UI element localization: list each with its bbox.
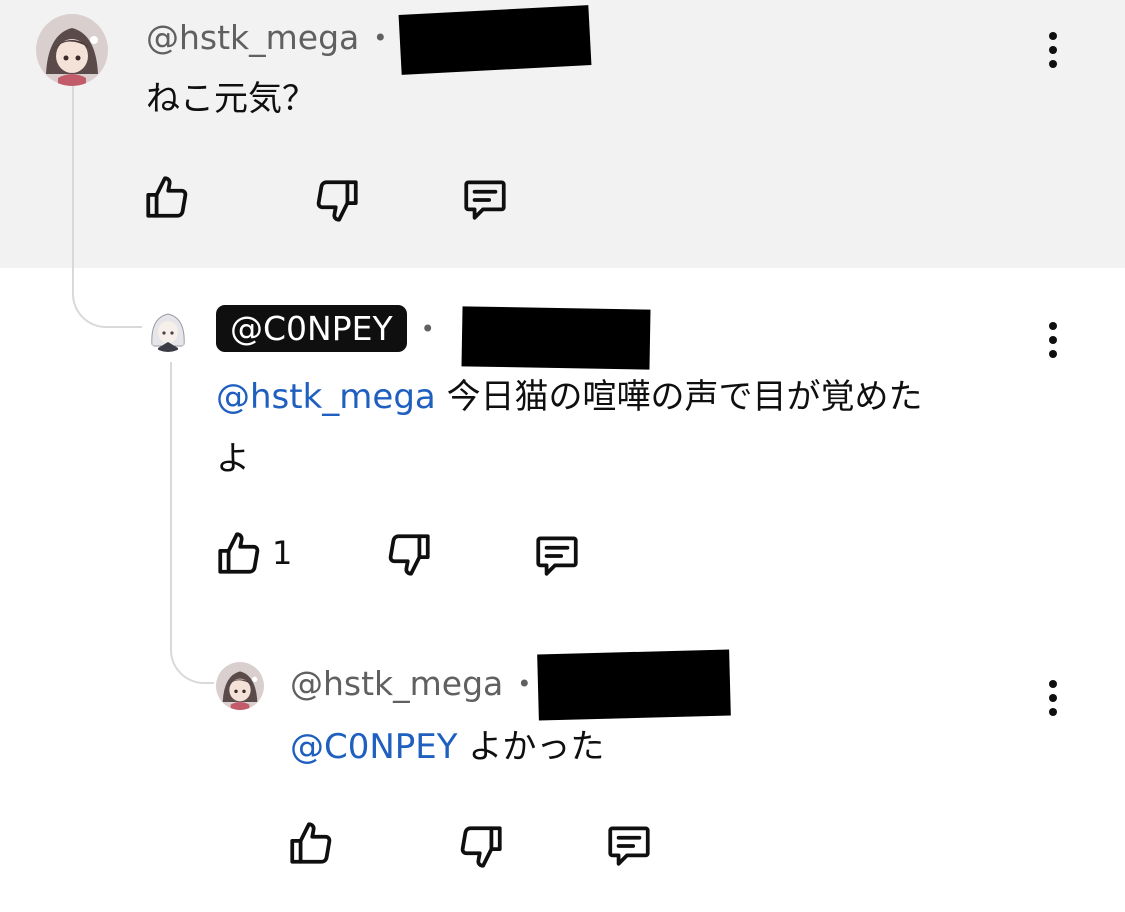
like-count: 1 <box>272 534 293 572</box>
comment-text: @hstk_mega 今日猫の喧嘩の声で目が覚めた よ <box>216 377 923 479</box>
channel-owner-badge[interactable]: @C0NPEY <box>216 305 407 352</box>
comment-header: @C0NPEY • <box>216 305 441 352</box>
like-button[interactable] <box>142 172 200 222</box>
avatar[interactable] <box>36 14 108 86</box>
author-name[interactable]: @hstk_mega <box>290 664 503 703</box>
separator-dot: • <box>517 669 532 698</box>
mention-link[interactable]: @hstk_mega <box>216 377 436 417</box>
thread-connector-1 <box>72 86 142 328</box>
more-vertical-icon[interactable] <box>1043 322 1063 358</box>
reply-icon <box>536 536 578 576</box>
avatar[interactable] <box>146 308 190 352</box>
comment-header: @hstk_mega • <box>146 18 393 57</box>
separator-dot: • <box>373 23 388 52</box>
dislike-button[interactable] <box>456 822 506 872</box>
redacted-timestamp <box>537 649 731 721</box>
thread-connector-2 <box>170 362 214 684</box>
separator-dot: • <box>420 314 435 343</box>
reply-button[interactable] <box>460 174 510 224</box>
reply-icon <box>464 180 506 220</box>
like-button[interactable]: 1 <box>214 528 292 578</box>
thumbs-down-icon <box>460 826 502 868</box>
more-vertical-icon[interactable] <box>1043 680 1063 716</box>
white-hair-character-avatar-icon <box>146 308 190 352</box>
more-vertical-icon[interactable] <box>1043 32 1063 68</box>
avatar[interactable] <box>216 662 264 710</box>
anime-girl-avatar-icon <box>36 14 108 86</box>
redacted-timestamp <box>461 306 651 370</box>
author-name[interactable]: @hstk_mega <box>146 18 359 57</box>
comment-text: @C0NPEY よかった <box>290 727 605 767</box>
thumbs-down-icon <box>316 180 358 222</box>
dislike-button[interactable] <box>384 530 434 580</box>
reply-icon <box>608 826 650 866</box>
thumbs-up-icon <box>146 176 188 218</box>
reply-button[interactable] <box>532 530 582 580</box>
thumbs-up-icon <box>218 532 260 574</box>
thumbs-up-icon <box>290 822 332 864</box>
comment-text: ねこ元気？ <box>146 79 316 119</box>
dislike-button[interactable] <box>312 176 362 226</box>
redacted-timestamp <box>398 5 592 75</box>
thumbs-down-icon <box>388 534 430 576</box>
comment-header: @hstk_mega • <box>290 664 537 703</box>
like-button[interactable] <box>286 818 344 868</box>
reply-button[interactable] <box>604 820 654 870</box>
anime-girl-avatar-icon <box>216 662 264 710</box>
mention-link[interactable]: @C0NPEY <box>290 727 458 767</box>
